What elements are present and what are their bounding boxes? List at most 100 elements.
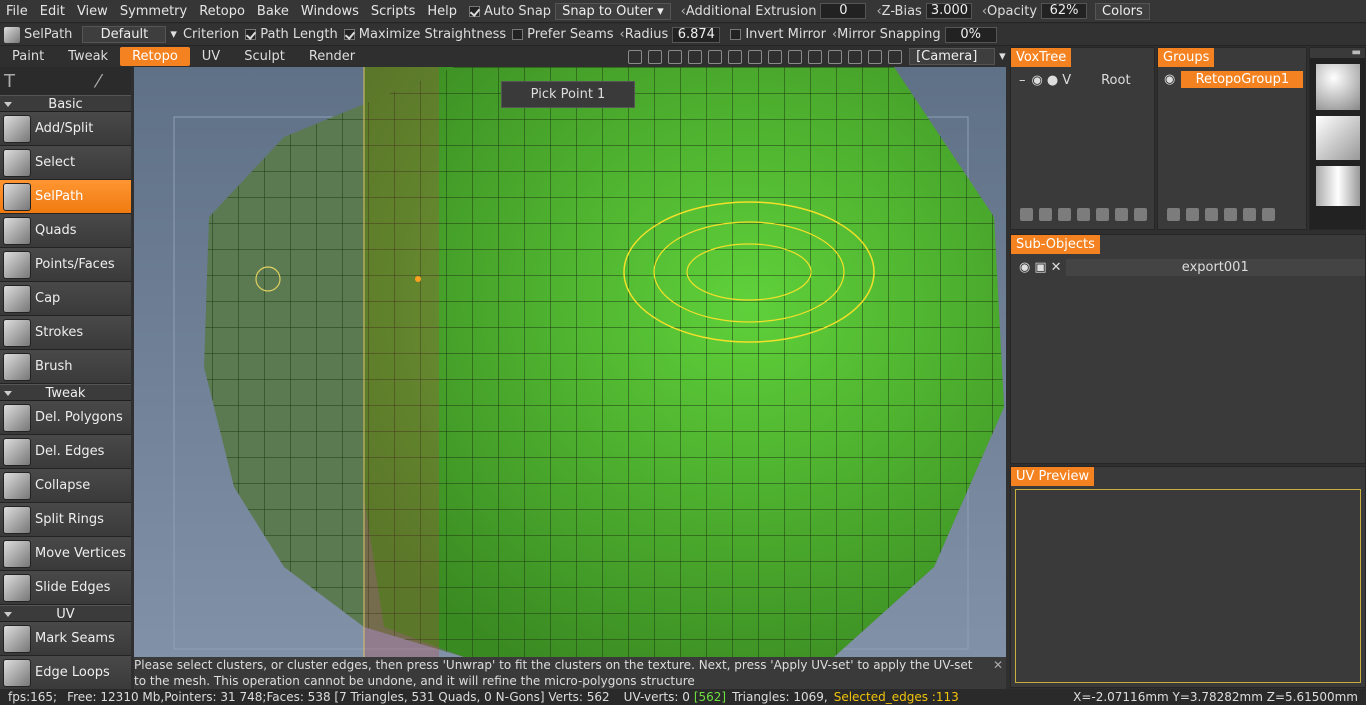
menu-file[interactable]: File xyxy=(0,4,34,19)
group-item[interactable]: RetopoGroup1 xyxy=(1181,71,1304,88)
tool-selpath[interactable]: SelPath xyxy=(0,180,131,214)
tab-render[interactable]: Render xyxy=(297,47,367,66)
delete-icon[interactable] xyxy=(1186,208,1199,221)
tool-slide-edges[interactable]: Slide Edges xyxy=(0,571,131,605)
camera-dropdown[interactable]: [Camera] xyxy=(909,48,996,65)
zbias-field[interactable]: 3.000 xyxy=(925,3,972,19)
text-tool-icon[interactable]: T xyxy=(4,71,15,92)
tool-quads[interactable]: Quads xyxy=(0,214,131,248)
sphere-icon[interactable]: ● xyxy=(1047,73,1058,88)
light-icon[interactable] xyxy=(648,49,663,64)
zoom-icon[interactable] xyxy=(728,49,743,64)
tab-sculpt[interactable]: Sculpt xyxy=(232,47,297,66)
tab-uv[interactable]: UV xyxy=(190,47,232,66)
uv-preview-area[interactable] xyxy=(1015,489,1361,683)
tab-tweak[interactable]: Tweak xyxy=(56,47,120,66)
grid-icon[interactable] xyxy=(1243,208,1256,221)
tool-del-edges[interactable]: Del. Edges xyxy=(0,435,131,469)
cube-primitive-icon[interactable] xyxy=(1316,116,1360,160)
section-uv[interactable]: UV xyxy=(0,605,131,622)
close-icon[interactable]: ✕ xyxy=(993,657,1003,673)
mesh-render[interactable] xyxy=(134,67,1006,657)
section-basic[interactable]: Basic xyxy=(0,95,131,112)
section-tweak[interactable]: Tweak xyxy=(0,384,131,401)
tool-mark-seams[interactable]: Mark Seams xyxy=(0,622,131,656)
sphere-icon[interactable] xyxy=(1077,208,1090,221)
close-icon[interactable]: ✕ xyxy=(1051,260,1062,275)
pen-icon[interactable] xyxy=(808,49,823,64)
tool-collapse[interactable]: Collapse xyxy=(0,469,131,503)
menu-windows[interactable]: Windows xyxy=(295,4,365,19)
tool-edge-loops[interactable]: Edge Loops xyxy=(0,656,131,690)
eye-icon[interactable]: ◉ xyxy=(1164,72,1175,87)
tool-points-faces[interactable]: Points/Faces xyxy=(0,248,131,282)
tool-del-polygons[interactable]: Del. Polygons xyxy=(0,401,131,435)
tool-move-vertices[interactable]: Move Vertices xyxy=(0,537,131,571)
ortho-icon[interactable] xyxy=(768,49,783,64)
invert-mirror-checkbox[interactable] xyxy=(730,29,742,40)
lock-icon[interactable]: ▣ xyxy=(1034,260,1046,275)
tool-strokes[interactable]: Strokes xyxy=(0,316,131,350)
frame-icon[interactable] xyxy=(888,49,903,64)
menu-symmetry[interactable]: Symmetry xyxy=(114,4,193,19)
chevron-down-icon[interactable]: ▾ xyxy=(999,49,1006,64)
close-icon[interactable] xyxy=(1262,208,1275,221)
subobject-row[interactable]: ◉ ▣ ✕ export001 xyxy=(1011,258,1365,276)
sun-icon[interactable] xyxy=(628,49,643,64)
no-icon[interactable] xyxy=(828,49,843,64)
prefer-seams-checkbox[interactable] xyxy=(512,29,524,40)
tab-paint[interactable]: Paint xyxy=(0,47,56,66)
cylinder-primitive-icon[interactable] xyxy=(1316,166,1360,206)
colors-button[interactable]: Colors xyxy=(1095,2,1150,20)
chevron-down-icon[interactable]: ▾ xyxy=(170,27,177,42)
radius-field[interactable]: 6.874 xyxy=(672,26,721,43)
eye-icon[interactable]: ◉ xyxy=(1032,73,1043,88)
maximize-straightness-checkbox[interactable] xyxy=(343,29,355,40)
snap-mode-dropdown[interactable]: Snap to Outer ▾ xyxy=(555,2,671,20)
eye-icon[interactable]: ◉ xyxy=(1019,260,1030,275)
merge-icon[interactable] xyxy=(1205,208,1218,221)
voxtree-root-row[interactable]: – ◉ ● V Root + xyxy=(1011,71,1167,89)
capsule-primitive-icon[interactable] xyxy=(1316,64,1360,110)
auto-snap-checkbox[interactable] xyxy=(469,5,481,17)
move-icon[interactable] xyxy=(1224,208,1237,221)
menu-bake[interactable]: Bake xyxy=(251,4,295,19)
menu-retopo[interactable]: Retopo xyxy=(193,4,251,19)
panel-menu-icon[interactable]: ▬ xyxy=(1310,48,1365,58)
uv-preview-title[interactable]: UV Preview xyxy=(1011,467,1095,486)
menu-help[interactable]: Help xyxy=(421,4,463,19)
grid-icon[interactable] xyxy=(868,49,883,64)
delete-icon[interactable] xyxy=(1039,208,1052,221)
fit-icon[interactable] xyxy=(748,49,763,64)
new-group-icon[interactable] xyxy=(1167,208,1180,221)
pan-icon[interactable] xyxy=(708,49,723,64)
path-length-checkbox[interactable] xyxy=(245,29,257,40)
new-layer-icon[interactable] xyxy=(1020,208,1033,221)
brush-icon[interactable]: ⁄ xyxy=(97,71,100,92)
menu-scripts[interactable]: Scripts xyxy=(365,4,421,19)
merge-icon[interactable] xyxy=(1096,208,1109,221)
menu-view[interactable]: View xyxy=(71,4,114,19)
preset-dropdown[interactable]: Default xyxy=(82,26,167,43)
viewport[interactable]: Pick Point 1 xyxy=(134,67,1006,657)
collapse-icon[interactable]: – xyxy=(1019,73,1026,88)
tool-cap[interactable]: Cap xyxy=(0,282,131,316)
grid-icon[interactable] xyxy=(1134,208,1147,221)
voxtree-title[interactable]: VoxTree xyxy=(1011,48,1072,67)
tool-split-rings[interactable]: Split Rings xyxy=(0,503,131,537)
tool-brush[interactable]: Brush xyxy=(0,350,131,384)
mirror-snapping-field[interactable]: 0% xyxy=(944,26,997,43)
tool-add-split[interactable]: Add/Split xyxy=(0,112,131,146)
v-label[interactable]: V xyxy=(1062,73,1071,88)
subobjects-title[interactable]: Sub-Objects xyxy=(1011,235,1100,254)
tool-select[interactable]: Select xyxy=(0,146,131,180)
opacity-field[interactable]: 62% xyxy=(1041,3,1088,19)
move-icon[interactable] xyxy=(1115,208,1128,221)
copy-icon[interactable] xyxy=(1058,208,1071,221)
additional-extrusion-field[interactable]: 0 xyxy=(820,3,867,19)
menu-edit[interactable]: Edit xyxy=(34,4,71,19)
move-light-icon[interactable] xyxy=(668,49,683,64)
groups-title[interactable]: Groups xyxy=(1158,48,1215,67)
group-row[interactable]: ◉ RetopoGroup1 xyxy=(1158,71,1306,88)
persp-icon[interactable] xyxy=(788,49,803,64)
